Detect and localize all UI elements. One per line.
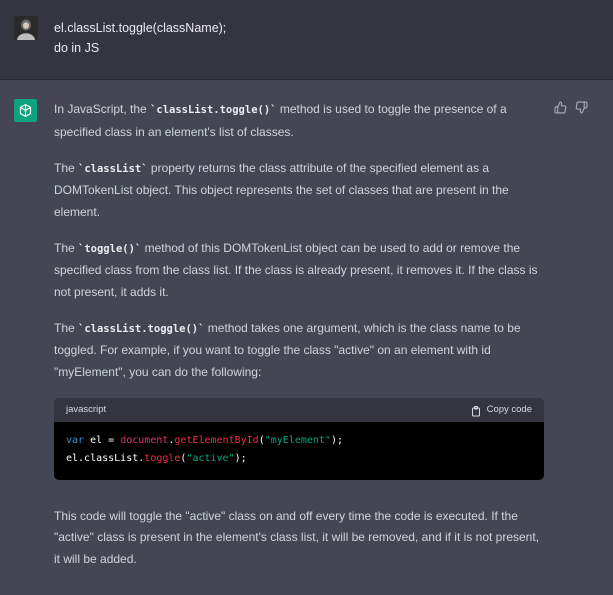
code-line: var el = document.getElementById("myElem… (66, 432, 532, 450)
code-block: javascript Copy code var el = document.g… (54, 397, 544, 480)
user-avatar (14, 16, 38, 40)
inline-code: `toggle()` (78, 242, 142, 255)
paragraph: This code will toggle the "active" class… (54, 508, 540, 566)
feedback-buttons (554, 101, 588, 114)
thumbs-down-icon[interactable] (575, 101, 588, 114)
code-text: el.classList. (66, 452, 145, 464)
code-function: getElementById (174, 434, 259, 446)
paragraph: The `classList` property returns the cla… (54, 158, 544, 224)
thumbs-up-icon[interactable] (554, 101, 567, 114)
code-language-label: javascript (66, 403, 107, 415)
code-string: "active" (186, 452, 235, 464)
inline-code: `classList` (78, 162, 148, 175)
code-object: document (120, 434, 169, 446)
code-line: el.classList.toggle("active"); (66, 450, 532, 468)
code-text: ); (234, 452, 247, 464)
user-message-line: do in JS (54, 41, 100, 55)
assistant-message-text: In JavaScript, the `classList.toggle()` … (54, 99, 544, 585)
code-text: el = (84, 434, 121, 446)
text-span: The (54, 320, 79, 335)
openai-logo (14, 99, 37, 122)
inline-code: `classList.toggle()` (78, 322, 205, 335)
text-span: The (54, 160, 79, 175)
user-message-text: el.classList.toggle(className); do in JS (54, 18, 226, 58)
paragraph: The `toggle()` method of this DOMTokenLi… (54, 238, 544, 304)
code-text: ); (330, 434, 343, 446)
code-body: var el = document.getElementById("myElem… (54, 422, 544, 480)
inline-code: `classList.toggle()` (150, 104, 277, 116)
user-message-row: el.classList.toggle(className); do in JS (0, 0, 613, 80)
code-block-header: javascript Copy code (54, 397, 544, 422)
paragraph: The `classList.toggle()` method takes on… (54, 318, 544, 384)
code-keyword: var (66, 434, 85, 446)
clipboard-icon (471, 404, 481, 417)
code-string: "myElement" (264, 434, 331, 446)
text-span: In JavaScript, the (54, 102, 151, 116)
copy-code-label: Copy code (486, 403, 532, 415)
assistant-message-row: In JavaScript, the `classList.toggle()` … (0, 81, 613, 595)
copy-code-button[interactable]: Copy code (471, 399, 532, 421)
paragraph: In JavaScript, the `classList.toggle()` … (54, 99, 544, 143)
code-function: toggle (144, 452, 181, 464)
user-message-line: el.classList.toggle(className); (54, 21, 227, 35)
text-span: The (54, 240, 79, 255)
